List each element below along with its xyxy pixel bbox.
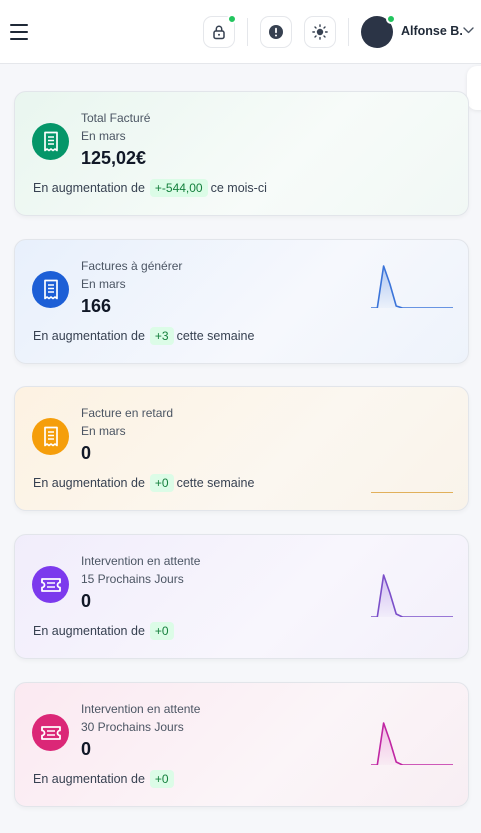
divider: [348, 18, 349, 46]
card-subtitle: En mars: [81, 277, 126, 291]
card-footer-suffix: ce mois-ci: [210, 181, 267, 195]
theme-toggle-button[interactable]: [304, 16, 336, 48]
card-value: 166: [81, 296, 112, 316]
card-subtitle: En mars: [81, 129, 126, 143]
ticket-icon: [32, 714, 69, 751]
online-status-dot: [386, 14, 396, 24]
card-footer: En augmentation de +0: [33, 622, 177, 640]
card-subtitle: 15 Prochains Jours: [81, 572, 184, 586]
status-dot: [227, 14, 237, 24]
card-footer: En augmentation de +-544,00 ce mois-ci: [33, 179, 267, 197]
sparkline-chart: [371, 574, 453, 617]
card-title: Factures à générer: [81, 259, 183, 273]
card-title: Intervention en attente: [81, 554, 201, 568]
card-footer-prefix: En augmentation de: [33, 772, 145, 786]
card-footer-prefix: En augmentation de: [33, 181, 145, 195]
stat-card[interactable]: Intervention en attente 15 Prochains Jour…: [14, 534, 469, 659]
stat-card[interactable]: Facture en retard En mars 0 En augmentation…: [14, 386, 469, 511]
stat-card[interactable]: Total Facturé En mars 125,02€ En augmentati…: [14, 91, 469, 216]
sparkline-chart: [371, 492, 453, 493]
card-value: 0: [81, 739, 92, 759]
sparkline-chart: [371, 722, 453, 765]
card-value: 125,02€: [81, 148, 147, 168]
alert-button[interactable]: [260, 16, 292, 48]
menu-icon[interactable]: [10, 24, 28, 40]
receipt-icon: [32, 271, 69, 308]
delta-badge: +-544,00: [149, 179, 208, 197]
chevron-down-icon[interactable]: [463, 27, 474, 34]
stat-card[interactable]: Intervention en attente 30 Prochains Jour…: [14, 682, 469, 807]
lock-icon: [213, 25, 225, 40]
card-footer-suffix: cette semaine: [176, 476, 255, 490]
card-title: Facture en retard: [81, 406, 174, 420]
ticket-icon: [32, 566, 69, 603]
card-subtitle: 30 Prochains Jours: [81, 720, 184, 734]
card-title: Intervention en attente: [81, 702, 201, 716]
card-footer-suffix: cette semaine: [176, 329, 255, 343]
card-subtitle: En mars: [81, 424, 126, 438]
side-panel-toggle[interactable]: [467, 66, 481, 110]
receipt-icon: [32, 418, 69, 455]
user-name[interactable]: Alfonse B.: [401, 24, 463, 38]
lock-button[interactable]: [203, 14, 237, 48]
card-footer-prefix: En augmentation de: [33, 329, 145, 343]
stat-card[interactable]: Factures à générer En mars 166 En augmentat…: [14, 239, 469, 364]
delta-badge: +0: [149, 474, 174, 492]
card-title: Total Facturé: [81, 111, 151, 125]
sparkline-chart: [371, 265, 453, 308]
card-footer-prefix: En augmentation de: [33, 624, 145, 638]
card-value: 0: [81, 591, 92, 611]
delta-badge: +3: [149, 327, 174, 345]
card-footer-prefix: En augmentation de: [33, 476, 145, 490]
delta-badge: +0: [149, 770, 174, 788]
delta-badge: +0: [149, 622, 174, 640]
receipt-icon: [32, 123, 69, 160]
divider: [247, 18, 248, 46]
sun-icon: [312, 24, 328, 40]
top-bar: Alfonse B.: [0, 0, 481, 64]
card-footer: En augmentation de +3 cette semaine: [33, 327, 254, 345]
card-footer: En augmentation de +0 cette semaine: [33, 474, 254, 492]
card-value: 0: [81, 443, 92, 463]
avatar[interactable]: [361, 14, 396, 48]
alert-icon: [269, 25, 283, 39]
card-footer: En augmentation de +0: [33, 770, 177, 788]
